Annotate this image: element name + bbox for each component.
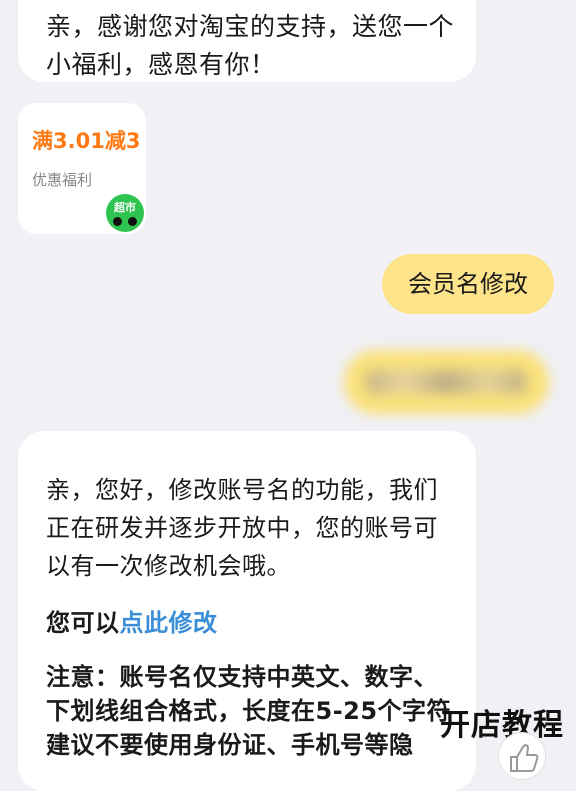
reply-action-row: 您可以点此修改 — [46, 604, 458, 642]
like-button[interactable] — [498, 732, 546, 780]
badge-eye-left — [113, 217, 122, 226]
coupon-amount: 满3.01减3 — [32, 129, 141, 153]
service-message-greeting: 亲，感谢您对淘宝的支持，送您一个小福利，感恩有你！ — [18, 0, 476, 82]
greeting-text: 亲，感谢您对淘宝的支持，送您一个小福利，感恩有你！ — [46, 12, 455, 79]
supermarket-badge-icon: 超市 — [106, 194, 144, 232]
user-message-bubble: 会员名修改 — [382, 254, 554, 314]
reply-prompt-prefix: 您可以 — [46, 609, 120, 637]
thumbs-up-icon — [510, 744, 539, 772]
reply-text: 亲，您好，修改账号名的功能，我们正在研发并逐步开放中，您的账号可以有一次修改机会… — [46, 476, 438, 580]
service-reply-bubble: 亲，您好，修改账号名的功能，我们正在研发并逐步开放中，您的账号可以有一次修改机会… — [18, 431, 476, 791]
user-message-text: 会员名修改 — [408, 270, 528, 298]
reply-notice: 注意：账号名仅支持中英文、数字、下划线组合格式，长度在5-25个字符建议不要使用… — [46, 663, 452, 759]
blurred-user-message — [344, 350, 549, 414]
badge-eye-right — [128, 217, 137, 226]
coupon-description: 优惠福利 — [32, 171, 93, 189]
badge-label: 超市 — [114, 201, 136, 214]
blurred-content — [366, 370, 526, 394]
modify-link[interactable]: 点此修改 — [120, 609, 218, 637]
